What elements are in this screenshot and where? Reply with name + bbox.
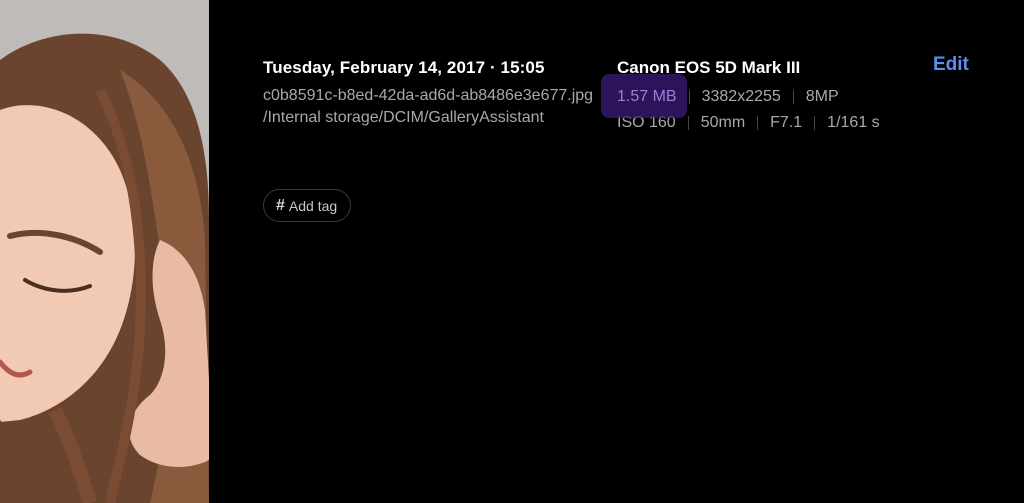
photo-image bbox=[0, 0, 209, 503]
date-time: Tuesday, February 14, 2017 · 15:05 bbox=[263, 58, 545, 77]
focal-length: 50mm bbox=[700, 114, 746, 131]
file-info-row: 1.57 MB 3382x2255 8MP bbox=[601, 74, 917, 118]
photo-thumbnail[interactable] bbox=[0, 0, 209, 503]
separator bbox=[687, 116, 689, 130]
hashtag-icon: # bbox=[276, 196, 285, 214]
megapixels: 8MP bbox=[805, 88, 839, 105]
file-details: Tuesday, February 14, 2017 · 15:05 c0b85… bbox=[263, 57, 613, 129]
shutter-speed: 1/161 s bbox=[827, 114, 880, 131]
file-size: 1.57 MB bbox=[601, 74, 687, 118]
separator bbox=[688, 90, 690, 104]
file-name: c0b8591c-b8ed-42da-ad6d-ab8486e3e677.jpg bbox=[263, 87, 594, 104]
add-tag-label: Add tag bbox=[288, 197, 338, 214]
separator bbox=[814, 116, 816, 130]
camera-details: Canon EOS 5D Mark III 1.57 MB 3382x2255 … bbox=[601, 57, 917, 134]
edit-button[interactable]: Edit bbox=[933, 54, 969, 76]
separator bbox=[792, 90, 794, 104]
add-tag-button[interactable]: # Add tag bbox=[263, 189, 352, 222]
image-details-screen: Tuesday, February 14, 2017 · 15:05 c0b85… bbox=[0, 0, 1024, 503]
aperture: F7.1 bbox=[770, 114, 803, 131]
separator bbox=[757, 116, 759, 130]
file-path: /Internal storage/DCIM/GalleryAssistant bbox=[263, 109, 544, 126]
resolution: 3382x2255 bbox=[701, 88, 781, 105]
